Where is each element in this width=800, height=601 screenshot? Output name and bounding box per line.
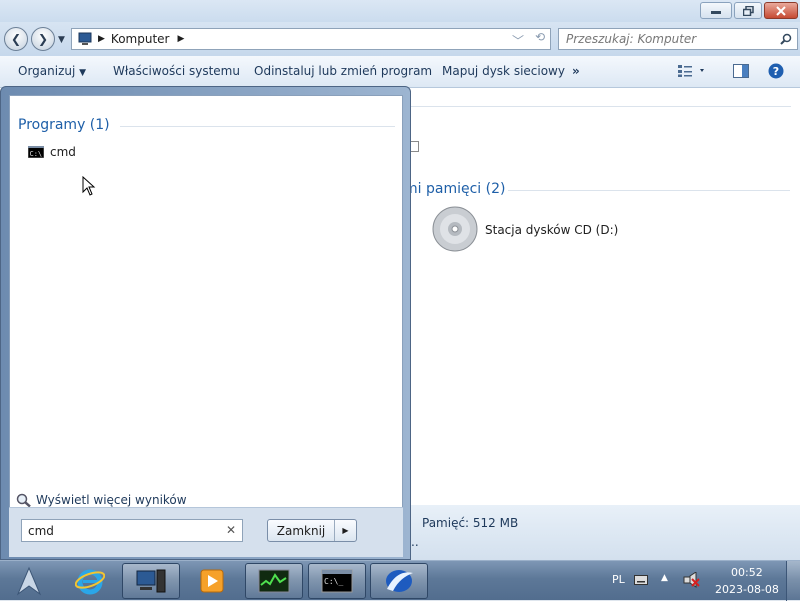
search-placeholder: Przeszukaj: Komputer (566, 32, 697, 46)
computer-icon (136, 569, 166, 593)
pane-icon (733, 64, 749, 78)
taskbar-app[interactable] (370, 563, 428, 599)
restore-icon (742, 5, 754, 16)
search-input[interactable]: Przeszukaj: Komputer (558, 28, 798, 50)
clock-time[interactable]: 00:52 (731, 566, 763, 579)
processor-info-partial: .. (411, 535, 419, 549)
console-icon: C:\_ (321, 569, 353, 593)
start-menu-footer: cmd ✕ Zamknij ▶ (9, 507, 403, 557)
mouse-pointer-icon (82, 176, 96, 196)
magnifier-icon (16, 493, 31, 507)
system-properties-button[interactable]: Właściwości systemu (113, 64, 240, 78)
clock-date[interactable]: 2023-08-08 (715, 583, 779, 596)
svg-text:C:\: C:\ (30, 150, 43, 158)
taskbar-explorer[interactable] (122, 563, 180, 599)
start-search-value: cmd (28, 523, 54, 538)
memory-info: Pamięć: 512 MB (422, 516, 519, 530)
start-search-input[interactable]: cmd ✕ (21, 519, 243, 542)
media-player-icon (200, 569, 224, 593)
title-bar (0, 0, 800, 22)
programs-group-header: Programy (1) (18, 117, 110, 133)
start-orb-icon (16, 566, 42, 596)
recent-pages-dropdown[interactable]: ▼ (58, 35, 65, 45)
refresh-icon[interactable]: ⟲ (535, 30, 545, 44)
uninstall-program-button[interactable]: Odinstaluj lub zmień program (254, 64, 432, 78)
close-button[interactable] (764, 2, 798, 19)
section-divider (508, 190, 790, 191)
cd-drive-item[interactable]: Stacja dysków CD (D:) (432, 206, 618, 255)
view-options-button[interactable] (678, 65, 706, 80)
breadcrumb-arrow-icon: ▶ (177, 34, 185, 44)
organize-label: Organizuj (18, 64, 76, 78)
forward-icon: ❯ (37, 32, 49, 46)
cd-drive-icon (432, 206, 478, 252)
close-icon (776, 5, 786, 16)
more-commands-button[interactable]: » (572, 64, 580, 78)
organize-menu[interactable]: Organizuj ▼ (18, 64, 86, 78)
section-divider (411, 106, 791, 107)
help-icon: ? (768, 63, 784, 79)
see-more-results-label: Wyświetl więcej wyników (36, 493, 187, 507)
taskbar-internet-explorer[interactable] (68, 563, 112, 599)
removable-storage-header[interactable]: mi pamięci (2) (404, 181, 505, 197)
address-bar[interactable]: ▶ Komputer ▶ ﹀ ⟲ (71, 28, 551, 50)
search-icon[interactable] (780, 33, 792, 45)
search-results-panel: Programy (1) C:\ cmd Wyświetl więcej wyn… (9, 95, 403, 557)
breadcrumb-computer[interactable]: Komputer (111, 32, 170, 46)
partial-drive-item[interactable] (410, 141, 419, 152)
minimize-button[interactable] (700, 2, 732, 19)
minimize-icon (711, 10, 721, 14)
svg-text:?: ? (773, 65, 779, 78)
back-icon: ❮ (10, 32, 22, 46)
preview-pane-button[interactable] (733, 64, 749, 81)
taskbar: C:\_ PL ▲ 00:52 2023-08-08 (0, 560, 800, 601)
svg-text:C:\_: C:\_ (324, 577, 343, 586)
address-row: ❮ ❯ ▼ ▶ Komputer ▶ ﹀ ⟲ Przeszukaj: Kompu… (0, 22, 800, 56)
program-result-label: cmd (50, 145, 76, 159)
breadcrumb-arrow-icon: ▶ (98, 34, 105, 44)
keyboard-icon[interactable] (634, 575, 648, 585)
map-network-drive-button[interactable]: Mapuj dysk sieciowy (442, 64, 565, 78)
forward-button[interactable]: ❯ (31, 27, 55, 51)
cd-drive-label: Stacja dysków CD (D:) (485, 223, 619, 237)
taskbar-command-prompt[interactable]: C:\_ (308, 563, 366, 599)
command-bar: Organizuj ▼ Właściwości systemu Odinstal… (0, 56, 800, 88)
restore-button[interactable] (734, 2, 762, 19)
shutdown-button-group: Zamknij ▶ (267, 519, 357, 542)
task-manager-icon (258, 569, 290, 593)
taskbar-task-manager[interactable] (245, 563, 303, 599)
app-icon (386, 570, 413, 592)
arrow-right-icon: ▶ (342, 526, 349, 535)
shutdown-options-button[interactable]: ▶ (334, 520, 356, 541)
address-dropdown-icon[interactable]: ﹀ (512, 32, 524, 49)
view-icon (678, 65, 704, 77)
see-more-results-link[interactable]: Wyświetl więcej wyników (16, 493, 187, 507)
network-icon[interactable] (682, 572, 700, 588)
back-button[interactable]: ❮ (4, 27, 28, 51)
start-button[interactable] (10, 564, 48, 598)
show-hidden-icons-button[interactable]: ▲ (661, 573, 668, 583)
help-button[interactable]: ? (768, 63, 784, 82)
chevron-down-icon: ▼ (79, 68, 87, 78)
ie-icon (75, 569, 105, 595)
cmd-icon: C:\ (28, 146, 44, 158)
program-result-cmd[interactable]: C:\ cmd (28, 142, 228, 162)
language-indicator[interactable]: PL (612, 573, 625, 586)
start-menu: Programy (1) C:\ cmd Wyświetl więcej wyn… (0, 86, 411, 560)
computer-icon (78, 32, 92, 45)
show-desktop-button[interactable] (786, 561, 800, 601)
shutdown-button[interactable]: Zamknij (268, 520, 334, 541)
taskbar-media-player[interactable] (190, 563, 234, 599)
group-divider (120, 126, 395, 127)
clear-search-icon[interactable]: ✕ (226, 523, 236, 537)
